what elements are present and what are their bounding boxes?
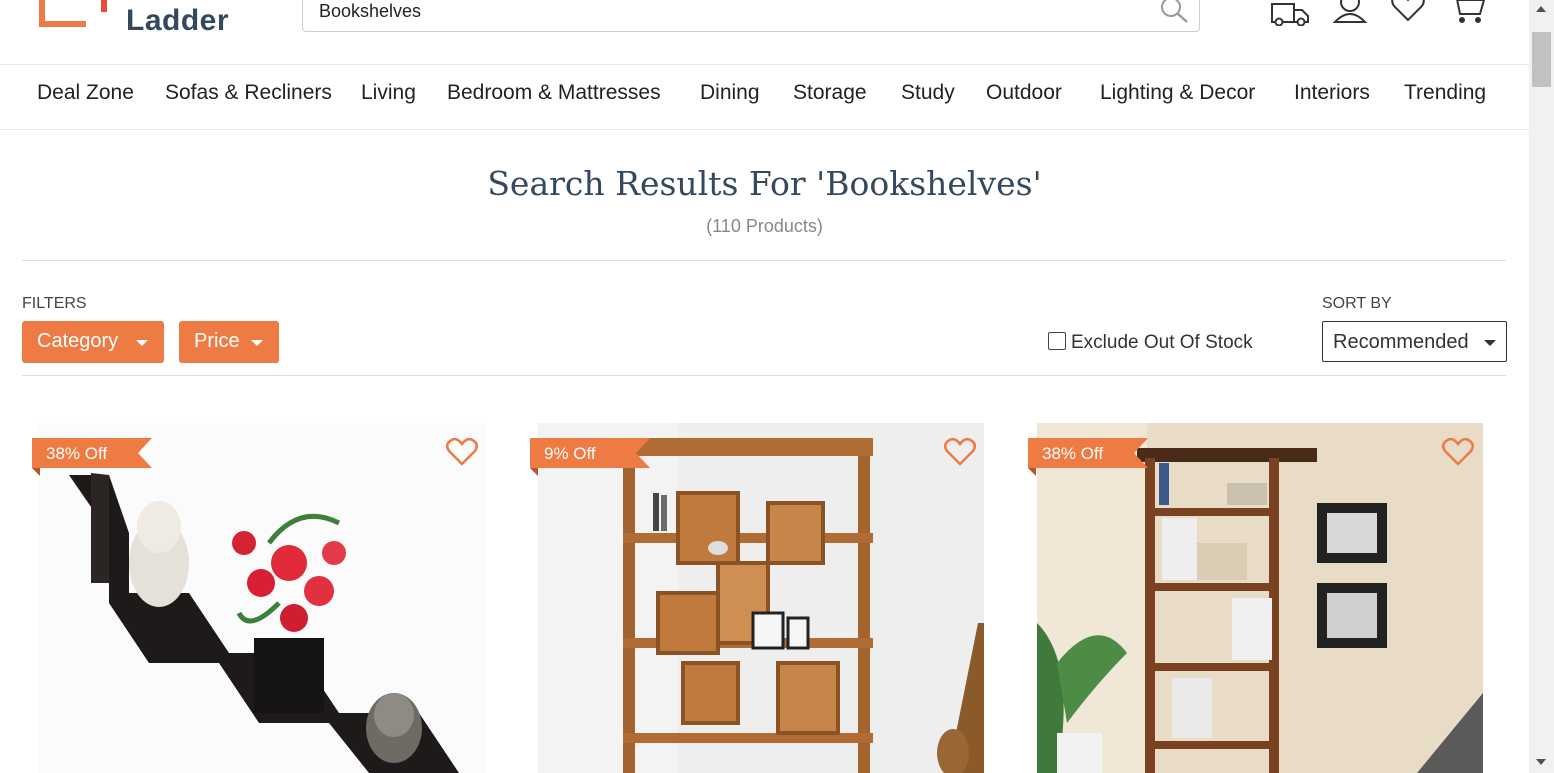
logo-text: Ladder bbox=[126, 4, 230, 37]
scrollbar[interactable] bbox=[1529, 0, 1554, 773]
filters-label: FILTERS bbox=[22, 295, 87, 312]
nav-item-interiors[interactable]: Interiors bbox=[1294, 81, 1370, 105]
discount-label: 38% Off bbox=[1042, 444, 1104, 463]
scroll-thumb[interactable] bbox=[1532, 32, 1551, 87]
divider bbox=[22, 375, 1506, 376]
page-title: Search Results For 'Bookshelves' bbox=[487, 164, 1042, 203]
nav-item-deal-zone[interactable]: Deal Zone bbox=[37, 81, 134, 105]
category-nav: Deal Zone Sofas & Recliners Living Bedro… bbox=[0, 65, 1529, 130]
caret-down-icon bbox=[1484, 340, 1496, 346]
nav-item-outdoor[interactable]: Outdoor bbox=[986, 81, 1062, 105]
site-logo[interactable]: Ladder bbox=[36, 0, 256, 37]
nav-item-bedroom-mattresses[interactable]: Bedroom & Mattresses bbox=[447, 81, 661, 105]
truck-icon[interactable] bbox=[1270, 0, 1310, 26]
price-filter-button[interactable]: Price bbox=[179, 321, 279, 363]
sort-by-label: SORT BY bbox=[1322, 295, 1392, 312]
product-count: (110 Products) bbox=[706, 216, 823, 236]
wishlist-heart-icon[interactable] bbox=[943, 436, 977, 468]
sort-select[interactable]: Recommended bbox=[1322, 321, 1507, 362]
category-filter-label: Category bbox=[37, 330, 119, 352]
caret-down-icon bbox=[251, 340, 263, 346]
search-icon[interactable] bbox=[1157, 0, 1191, 25]
nav-item-dining[interactable]: Dining bbox=[700, 81, 760, 105]
search-box[interactable]: Bookshelves bbox=[302, 0, 1200, 32]
scroll-down-icon[interactable] bbox=[1536, 759, 1546, 765]
cart-icon[interactable] bbox=[1448, 0, 1488, 26]
divider bbox=[22, 260, 1506, 261]
category-filter-button[interactable]: Category bbox=[22, 321, 164, 363]
site-header: Ladder Bookshelves bbox=[0, 0, 1529, 65]
nav-item-sofas-recliners[interactable]: Sofas & Recliners bbox=[165, 81, 332, 105]
exclude-out-of-stock-label[interactable]: Exclude Out Of Stock bbox=[1071, 332, 1253, 354]
nav-item-storage[interactable]: Storage bbox=[793, 81, 867, 105]
nav-item-living[interactable]: Living bbox=[361, 81, 416, 105]
wishlist-heart-icon[interactable] bbox=[1388, 0, 1428, 26]
discount-label: 38% Off bbox=[46, 444, 108, 463]
wishlist-heart-icon[interactable] bbox=[1441, 436, 1475, 468]
wishlist-heart-icon[interactable] bbox=[445, 436, 479, 468]
search-input[interactable]: Bookshelves bbox=[319, 1, 421, 22]
nav-item-lighting-decor[interactable]: Lighting & Decor bbox=[1100, 81, 1255, 105]
caret-down-icon bbox=[136, 340, 148, 346]
price-filter-label: Price bbox=[194, 330, 240, 352]
nav-item-study[interactable]: Study bbox=[901, 81, 955, 105]
logo-mark-icon bbox=[39, 0, 107, 27]
discount-label: 9% Off bbox=[544, 444, 596, 463]
scroll-up-icon[interactable] bbox=[1536, 6, 1546, 12]
sort-value: Recommended bbox=[1333, 331, 1469, 353]
user-icon[interactable] bbox=[1330, 0, 1370, 26]
nav-item-trending[interactable]: Trending bbox=[1404, 81, 1486, 105]
exclude-out-of-stock-checkbox[interactable] bbox=[1048, 332, 1066, 350]
